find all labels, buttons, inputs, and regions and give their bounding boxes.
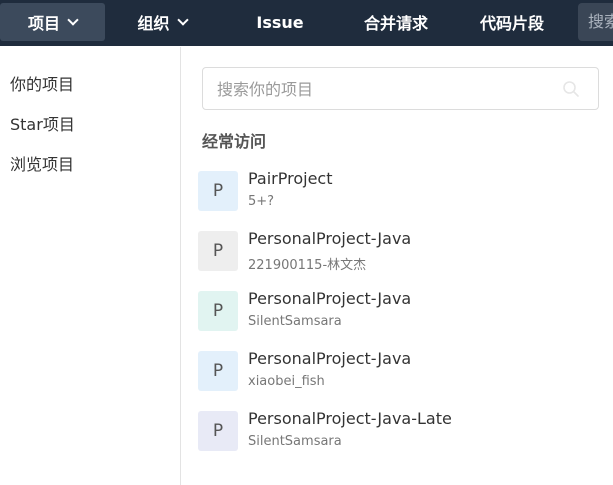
nav-groups-dropdown[interactable]: 组织 — [117, 3, 207, 41]
project-avatar: P — [198, 231, 238, 271]
project-item[interactable]: P PersonalProject-Java xiaobei_fish — [198, 349, 598, 393]
chevron-down-icon — [67, 14, 79, 26]
nav-issue-link[interactable]: Issue — [240, 3, 320, 41]
project-avatar: P — [198, 411, 238, 451]
project-owner: SilentSamsara — [248, 314, 342, 329]
project-name[interactable]: PersonalProject-Java — [248, 349, 411, 368]
project-item[interactable]: P PersonalProject-Java SilentSamsara — [198, 289, 598, 333]
project-owner: 221900115-林文杰 — [248, 258, 367, 273]
project-owner: xiaobei_fish — [248, 374, 325, 389]
nav-snippets-label: 代码片段 — [479, 14, 544, 33]
project-name[interactable]: PersonalProject-Java — [248, 229, 411, 248]
project-name[interactable]: PairProject — [248, 169, 333, 188]
project-item[interactable]: P PairProject 5+? — [198, 169, 598, 213]
project-search-input[interactable] — [215, 68, 559, 111]
sidebar: 你的项目 Star项目 浏览项目 — [0, 47, 181, 485]
project-avatar: P — [198, 291, 238, 331]
sidebar-item-starred-projects[interactable]: Star项目 — [10, 111, 75, 135]
project-item[interactable]: P PersonalProject-Java-Late SilentSamsar… — [198, 409, 598, 453]
project-avatar: P — [198, 171, 238, 211]
nav-snippets-link[interactable]: 代码片段 — [462, 3, 562, 41]
project-owner: SilentSamsara — [248, 434, 342, 449]
project-name[interactable]: PersonalProject-Java — [248, 289, 411, 308]
sidebar-item-explore-projects[interactable]: 浏览项目 — [10, 151, 74, 175]
nav-projects-dropdown[interactable]: 项目 — [0, 3, 105, 41]
project-item[interactable]: P PersonalProject-Java 221900115-林文杰 — [198, 229, 598, 273]
nav-groups-label: 组织 — [137, 14, 170, 33]
sidebar-item-your-projects[interactable]: 你的项目 — [10, 71, 74, 95]
project-owner: 5+? — [248, 194, 275, 209]
top-navbar: 项目 组织 Issue 合并请求 代码片段 搜索 — [0, 0, 613, 47]
nav-issue-label: Issue — [256, 12, 304, 32]
project-search-box — [202, 67, 599, 111]
nav-merge-requests-link[interactable]: 合并请求 — [346, 3, 446, 41]
nav-search-input[interactable]: 搜索 — [578, 3, 613, 41]
chevron-down-icon — [176, 14, 189, 26]
nav-projects-label: 项目 — [27, 14, 60, 33]
frequently-visited-heading: 经常访问 — [202, 132, 267, 151]
project-avatar: P — [198, 351, 238, 391]
search-icon — [563, 81, 579, 97]
nav-merge-requests-label: 合并请求 — [363, 14, 428, 33]
project-name[interactable]: PersonalProject-Java-Late — [248, 409, 452, 428]
